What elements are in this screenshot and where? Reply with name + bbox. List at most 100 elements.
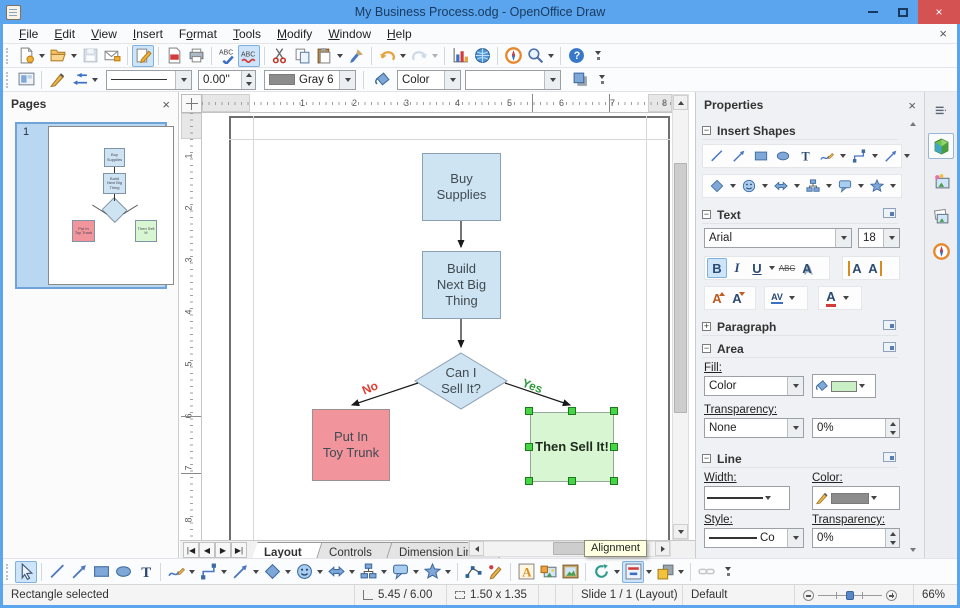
connectors-button[interactable]: [695, 561, 717, 583]
font-name-select[interactable]: Arial: [704, 228, 852, 248]
format-paintbrush-button[interactable]: [345, 45, 367, 67]
block-arrows-dropdown-icon[interactable]: [349, 569, 355, 574]
redo-dropdown-icon[interactable]: [432, 53, 438, 58]
collapse-icon[interactable]: −: [702, 454, 711, 463]
zoom-slider-thumb[interactable]: [846, 590, 854, 600]
fill-type-dropdown-icon[interactable]: [444, 70, 460, 89]
ruler-origin-button[interactable]: [181, 94, 202, 113]
callouts-button[interactable]: [389, 561, 411, 583]
close-button[interactable]: ×: [918, 0, 960, 24]
symbol-shapes-dropdown-icon[interactable]: [317, 569, 323, 574]
flow-box-sell[interactable]: Then Sell It!: [530, 412, 614, 482]
sidebar-tab-navigator[interactable]: [928, 238, 954, 264]
menu-modify[interactable]: Modify: [269, 25, 320, 43]
arrow-style-button[interactable]: [68, 69, 90, 91]
area-fill-color-button[interactable]: [812, 374, 876, 398]
zoom-button[interactable]: [524, 45, 546, 67]
hyperlink-button[interactable]: [471, 45, 493, 67]
flowchart-dropdown-icon[interactable]: [826, 184, 832, 188]
arrow-tool-button[interactable]: [68, 561, 90, 583]
tab-controls[interactable]: Controls: [317, 542, 393, 559]
prev-page-icon[interactable]: ◀: [199, 542, 215, 558]
gallery-button[interactable]: [559, 561, 581, 583]
freeform-button[interactable]: [165, 561, 187, 583]
section-text[interactable]: − Text: [702, 206, 898, 224]
scroll-left-icon[interactable]: [469, 541, 484, 556]
menu-tools[interactable]: Tools: [225, 25, 269, 43]
line-width-spinner[interactable]: 0.00'': [198, 69, 256, 90]
line-color-dropdown-icon[interactable]: [871, 496, 877, 500]
line-dialog-button[interactable]: [46, 69, 68, 91]
zoom-percent[interactable]: 66%: [913, 585, 957, 605]
line-width-down-icon[interactable]: [242, 79, 255, 89]
alignment-dropdown-icon[interactable]: [646, 569, 652, 574]
decrease-font-icon[interactable]: A: [727, 288, 747, 308]
flowchart-dropdown-icon[interactable]: [381, 569, 387, 574]
vertical-ruler[interactable]: 1 2 3 4 5 6 7 8: [181, 113, 202, 540]
sidebar-tab-properties[interactable]: [928, 133, 954, 159]
expand-icon[interactable]: +: [702, 322, 711, 331]
basic-shapes-dropdown-icon[interactable]: [285, 569, 291, 574]
fill-color-select[interactable]: [465, 69, 561, 90]
sidebar-tab-images[interactable]: [928, 203, 954, 229]
line-transparency-spinner[interactable]: 0%: [812, 528, 900, 548]
area-dialog-launcher-icon[interactable]: [883, 342, 896, 352]
minimize-button[interactable]: [858, 0, 888, 24]
tab-layout[interactable]: Layout: [252, 542, 323, 559]
arrow-style-dropdown-icon[interactable]: [92, 77, 98, 82]
menu-file[interactable]: FFileile: [11, 25, 46, 43]
spellcheck-button[interactable]: [216, 45, 238, 67]
block-arrows-icon[interactable]: [770, 175, 792, 197]
rotate-dropdown-icon[interactable]: [614, 569, 620, 574]
font-name-dropdown-icon[interactable]: [835, 229, 851, 247]
underline-button[interactable]: U: [747, 258, 767, 278]
line-tool-icon[interactable]: [706, 145, 728, 167]
freeform-dropdown-icon[interactable]: [189, 569, 195, 574]
arrange-button[interactable]: [654, 561, 676, 583]
new-button[interactable]: [15, 45, 37, 67]
horizontal-ruler[interactable]: 1 2 3 4 5 6 7 8: [202, 94, 672, 113]
open-dropdown-icon[interactable]: [71, 53, 77, 58]
line-style-select[interactable]: [106, 69, 192, 90]
line-width-dropdown-icon[interactable]: [765, 496, 771, 500]
bold-button[interactable]: B: [707, 258, 727, 278]
fontwork-button[interactable]: [515, 561, 537, 583]
toolbar-grip[interactable]: [6, 563, 11, 580]
basic-shapes-button[interactable]: [261, 561, 283, 583]
select-tool-button[interactable]: [15, 560, 37, 583]
properties-scrollbar[interactable]: [906, 122, 921, 552]
document-close-icon[interactable]: ×: [939, 26, 947, 41]
block-arrows-dropdown-icon[interactable]: [794, 184, 800, 188]
text-tool-icon[interactable]: [794, 145, 816, 167]
connector-button[interactable]: [197, 561, 219, 583]
page-style[interactable]: Default: [683, 585, 795, 605]
help-button[interactable]: [565, 45, 587, 67]
basic-shapes-dropdown-icon[interactable]: [730, 184, 736, 188]
line-style-select[interactable]: Co: [704, 528, 804, 548]
lines-arrows-icon[interactable]: [880, 145, 902, 167]
line-width-button[interactable]: [704, 486, 790, 510]
edit-mode-button[interactable]: [132, 44, 154, 67]
transparency-spinner[interactable]: 0%: [812, 418, 900, 438]
star-dropdown-icon[interactable]: [890, 184, 896, 188]
shadow-text-button[interactable]: A: [797, 258, 817, 278]
toolbar-options-icon[interactable]: [723, 567, 733, 576]
arrow-tool-icon[interactable]: [728, 145, 750, 167]
glue-points-button[interactable]: [484, 561, 506, 583]
selection-handle[interactable]: [610, 407, 618, 415]
lines-arrows-dropdown-icon[interactable]: [253, 569, 259, 574]
toolbar-options-icon[interactable]: [593, 51, 603, 60]
section-insert-shapes[interactable]: − Insert Shapes: [702, 122, 898, 140]
rotate-button[interactable]: [590, 561, 612, 583]
zoom-slider[interactable]: [818, 590, 882, 601]
freeform-tool-icon[interactable]: [816, 145, 838, 167]
maximize-button[interactable]: [888, 0, 918, 24]
transparency-up-icon[interactable]: [886, 419, 899, 428]
char-spacing-icon[interactable]: AV: [767, 288, 787, 308]
section-area[interactable]: − Area: [702, 340, 898, 358]
callout-shapes-icon[interactable]: [834, 175, 856, 197]
area-fill-type-dropdown-icon[interactable]: [787, 377, 803, 395]
menu-window[interactable]: Window: [320, 25, 379, 43]
undo-button[interactable]: [376, 45, 398, 67]
connector-dropdown-icon[interactable]: [221, 569, 227, 574]
